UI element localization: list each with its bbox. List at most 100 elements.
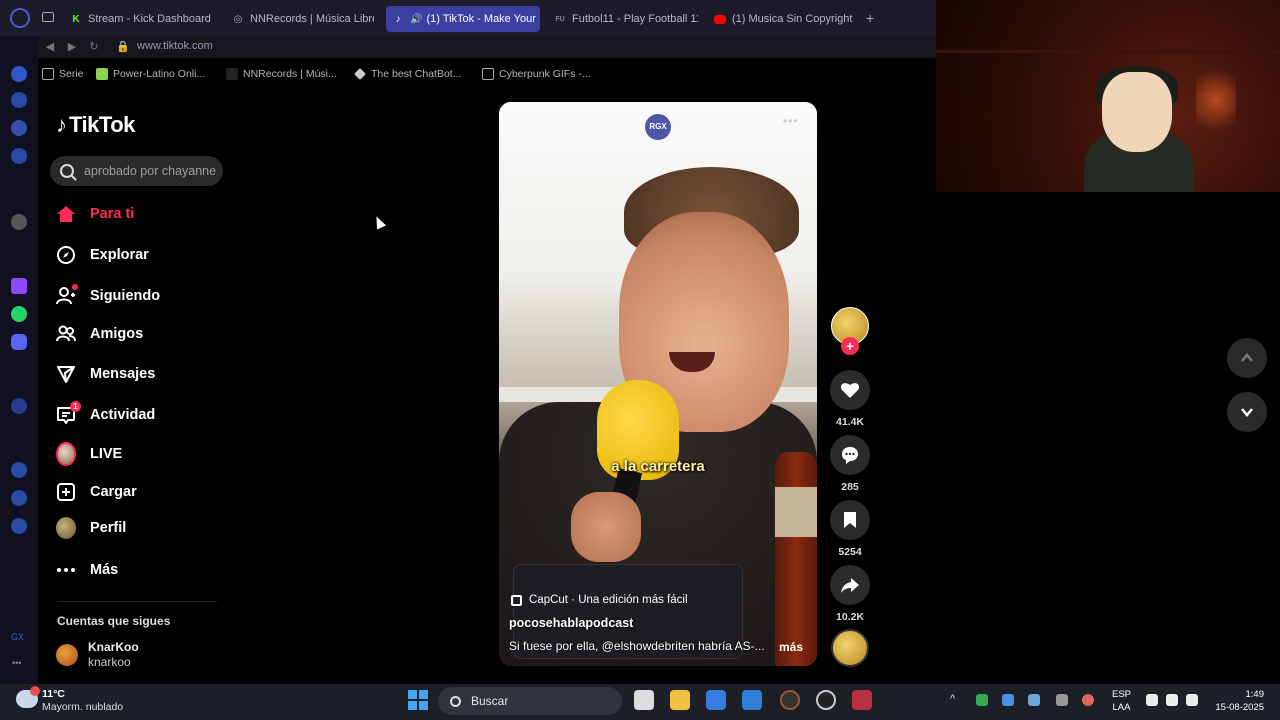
extension-icon[interactable] [11, 120, 27, 136]
chevron-up-icon[interactable]: ^ [950, 693, 955, 705]
extension-icon[interactable] [11, 490, 27, 506]
save-button[interactable] [830, 500, 870, 540]
steam-icon[interactable] [1002, 694, 1014, 706]
tab-actions-icon[interactable] [42, 12, 54, 22]
bookmark-label: NNRecords | Músi... [243, 68, 337, 80]
menu-item-mensajes[interactable]: Mensajes [56, 362, 155, 386]
tray-icon[interactable] [976, 694, 988, 706]
extension-icon[interactable] [11, 66, 27, 82]
description-more-button[interactable]: más [779, 640, 803, 654]
tab-futbol11[interactable]: FU Futbol11 - Play Football 11 [548, 6, 698, 32]
clock-time: 1:49 [1245, 689, 1265, 700]
capcut-link[interactable]: CapCut · Una edición más fácil [511, 594, 688, 606]
opera-gx-icon[interactable] [816, 690, 836, 710]
avatar [56, 644, 78, 666]
more-icon[interactable]: ••• [12, 658, 21, 668]
aria-icon[interactable] [11, 214, 27, 230]
url-field[interactable]: www.tiktok.com [137, 40, 213, 52]
history-icon[interactable] [11, 462, 27, 478]
tab-nnrecords[interactable]: ◎ NNRecords | Música Libre [226, 6, 374, 32]
tiktok-logo[interactable]: ♪ TikTok [56, 112, 135, 138]
menu-item-perfil[interactable]: Perfil [56, 516, 126, 540]
battery-icon[interactable] [1186, 694, 1198, 706]
tab-kick-dashboard[interactable]: K Stream - Kick Dashboard [64, 6, 214, 32]
reload-icon[interactable]: ↻ [86, 39, 102, 55]
language-code: ESP [1112, 689, 1132, 700]
follow-plus-icon[interactable]: + [841, 337, 859, 355]
app-icon[interactable] [852, 690, 872, 710]
menu-item-mas[interactable]: Más [56, 558, 118, 582]
keyboard-layout: LAA [1112, 702, 1131, 713]
bookmark-chatbot[interactable]: The best ChatBot... [354, 68, 461, 80]
taskbar-search[interactable]: Buscar [438, 687, 622, 715]
whatsapp-icon[interactable] [11, 306, 27, 322]
store-icon[interactable] [706, 690, 726, 710]
menu-item-explorar[interactable]: Explorar [56, 243, 149, 267]
nnrecords-icon [226, 68, 238, 80]
clock[interactable]: 1:49 15-08-2025 [1208, 688, 1264, 714]
cloud-icon[interactable] [1028, 694, 1040, 706]
menu-item-cargar[interactable]: Cargar [56, 480, 137, 504]
tab-youtube[interactable]: (1) Musica Sin Copyright [708, 6, 856, 32]
search-icon [450, 695, 461, 707]
bookmark-label: The best ChatBot... [371, 68, 462, 80]
file-explorer-icon[interactable] [670, 690, 690, 710]
extension-icon[interactable] [11, 398, 27, 414]
menu-item-actividad[interactable]: 1 Actividad [56, 401, 155, 427]
bookmark-cyberpunk[interactable]: Cyberpunk GIFs -... [482, 68, 591, 80]
twitch-icon[interactable] [11, 278, 27, 294]
weather-temperature[interactable]: 11°C [42, 688, 65, 700]
previous-video-button[interactable] [1227, 338, 1267, 378]
channel-badge[interactable]: RGX [645, 114, 671, 140]
gx-icon[interactable]: GX [11, 632, 24, 642]
tab-tiktok[interactable]: ♪ 🔊 (1) TikTok - Make Your [386, 6, 540, 32]
windows-start-icon[interactable] [408, 690, 428, 710]
obs-icon[interactable] [780, 690, 800, 710]
comment-count: 285 [841, 481, 859, 493]
extension-icon[interactable] [11, 148, 27, 164]
weather-alert-icon [30, 686, 40, 696]
weather-description[interactable]: Mayorm. nublado [42, 701, 123, 713]
menu-label: Mensajes [90, 366, 156, 382]
like-count: 41.4K [835, 416, 865, 428]
discord-icon[interactable] [11, 334, 27, 350]
extension-icon[interactable] [11, 92, 27, 108]
bookmark-serie[interactable]: Serie [42, 68, 84, 80]
like-button[interactable] [830, 370, 870, 410]
menu-item-live[interactable]: LIVE [56, 442, 122, 466]
comment-button[interactable] [830, 435, 870, 475]
tab-title: Futbol11 - Play Football 11 [572, 13, 698, 25]
forward-icon[interactable]: ▶ [64, 39, 80, 55]
chevron-down-icon [1241, 408, 1253, 417]
video-author[interactable]: pocosehablapodcast [509, 616, 633, 630]
music-disc-icon[interactable] [831, 629, 869, 667]
video-more-button[interactable]: ••• [783, 114, 799, 128]
task-view-icon[interactable] [634, 690, 654, 710]
keyboard-icon[interactable] [1056, 694, 1068, 706]
video-player[interactable]: RGX ••• a la carretera CapCut · Una edic… [499, 102, 817, 666]
menu-item-amigos[interactable]: Amigos [56, 322, 143, 346]
bookmark-nnrecords[interactable]: NNRecords | Músi... [226, 68, 337, 80]
chatbot-icon [354, 68, 366, 80]
tab-bar: K Stream - Kick Dashboard ◎ NNRecords | … [0, 0, 936, 36]
menu-item-siguiendo[interactable]: Siguiendo [56, 284, 160, 308]
menu-item-para-ti[interactable]: Para ti [56, 202, 134, 226]
new-tab-button[interactable]: + [866, 10, 874, 26]
search-input[interactable]: aprobado por chayanne [50, 156, 223, 186]
search-icon [60, 164, 74, 178]
extension-icon[interactable] [11, 518, 27, 534]
editor-icon[interactable] [742, 690, 762, 710]
share-button[interactable] [830, 565, 870, 605]
wifi-icon[interactable] [1146, 694, 1158, 706]
language-indicator[interactable]: ESP LAA [1112, 688, 1131, 714]
volume-icon[interactable] [1166, 694, 1178, 706]
next-video-button[interactable] [1227, 392, 1267, 432]
microphone-icon[interactable] [1082, 694, 1094, 706]
bookmark-power-latino[interactable]: Power-Latino Onli... [96, 68, 205, 80]
back-icon[interactable]: ◀ [42, 39, 58, 55]
account-username: knarkoo [88, 655, 131, 669]
bookmark-label: Power-Latino Onli... [113, 68, 206, 80]
browser-logo-icon[interactable] [10, 8, 30, 28]
user-plus-icon [56, 284, 78, 306]
following-account[interactable]: KnarKoo knarkoo [56, 640, 139, 670]
